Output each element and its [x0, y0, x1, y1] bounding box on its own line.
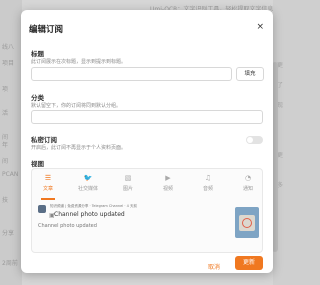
- category-field-label: 分类: [31, 94, 44, 102]
- bg-text: 活: [2, 110, 9, 117]
- tab-social-media[interactable]: 🐦 社交媒体: [72, 173, 104, 192]
- view-tabs: ☰ 文章 🐦 社交媒体 ▧ 图片 ▶ 视频 ♫ 音频 ◔ 通知: [32, 173, 264, 200]
- tab-label: 社交媒体: [77, 186, 98, 192]
- title-input[interactable]: [31, 67, 232, 81]
- tab-label: 图片: [122, 186, 133, 192]
- image-icon: ▧: [124, 174, 132, 182]
- bg-text: 项: [2, 86, 9, 93]
- active-tab-indicator: [41, 198, 55, 200]
- article-icon: ☰: [44, 174, 52, 182]
- bg-text: 技: [2, 197, 9, 204]
- bg-text: 分享: [2, 230, 15, 237]
- avatar: [38, 205, 46, 213]
- bg-text: 2周前: [2, 260, 18, 267]
- tab-audio[interactable]: ♫ 音频: [192, 173, 224, 192]
- bird-icon: 🐦: [83, 174, 93, 182]
- bg-text: 线八: [2, 44, 15, 51]
- tab-videos[interactable]: ▶ 视频: [152, 173, 184, 192]
- title-field-hint: 此订阅展示在次标题，显示到提示到标题。: [31, 59, 127, 65]
- bg-text: 间: [2, 158, 9, 165]
- post-thumbnail: [235, 207, 259, 238]
- private-field-label: 私密订阅: [31, 136, 57, 144]
- video-icon: ▶: [165, 174, 171, 182]
- close-icon[interactable]: ×: [256, 22, 264, 32]
- tab-images[interactable]: ▧ 图片: [112, 173, 144, 192]
- tab-notifications[interactable]: ◔ 通知: [232, 173, 264, 192]
- private-field-hint: 开启后，此订阅不再显示于个人资料页面。: [31, 145, 127, 151]
- bell-icon: ◔: [244, 174, 252, 182]
- edit-subscription-dialog: 编辑订阅 × 标题 此订阅展示在次标题，显示到提示到标题。 填充 分类 默认留空…: [21, 10, 273, 273]
- post-subtitle: Channel photo updated: [38, 223, 97, 229]
- tab-label: 视频: [162, 186, 173, 192]
- private-toggle[interactable]: [246, 136, 263, 144]
- tab-label: 音频: [202, 186, 213, 192]
- post-title: Channel photo updated: [54, 211, 125, 218]
- update-button[interactable]: 更新: [235, 256, 263, 270]
- category-input[interactable]: [31, 110, 263, 124]
- tab-label: 文章: [42, 186, 53, 192]
- post-meta: 知识频道 | 免费资源分享 · Telegram Channel · 4 天前: [50, 204, 137, 208]
- view-preview-panel: ☰ 文章 🐦 社交媒体 ▧ 图片 ▶ 视频 ♫ 音频 ◔ 通知 知识频道 | 免…: [31, 168, 263, 253]
- bg-text: 年: [2, 142, 9, 149]
- tab-label: 通知: [242, 186, 253, 192]
- cancel-button[interactable]: 取消: [208, 262, 220, 271]
- background-sidebar: 线八 项目 项 活 间 年 间 PCAN 技 分享 2周前: [0, 0, 22, 285]
- title-field-label: 标题: [31, 50, 44, 58]
- category-field-hint: 默认留空下，你的订阅将同到默认分组。: [31, 103, 122, 109]
- microphone-icon: ♫: [204, 174, 212, 182]
- bg-text: PCAN: [2, 171, 19, 178]
- view-label: 视图: [31, 160, 44, 168]
- dialog-title: 编辑订阅: [29, 25, 64, 35]
- fill-button[interactable]: 填充: [236, 67, 264, 81]
- tab-article[interactable]: ☰ 文章: [32, 173, 64, 192]
- bg-text: 项目: [2, 60, 15, 67]
- thumbnail-mark: [242, 218, 252, 228]
